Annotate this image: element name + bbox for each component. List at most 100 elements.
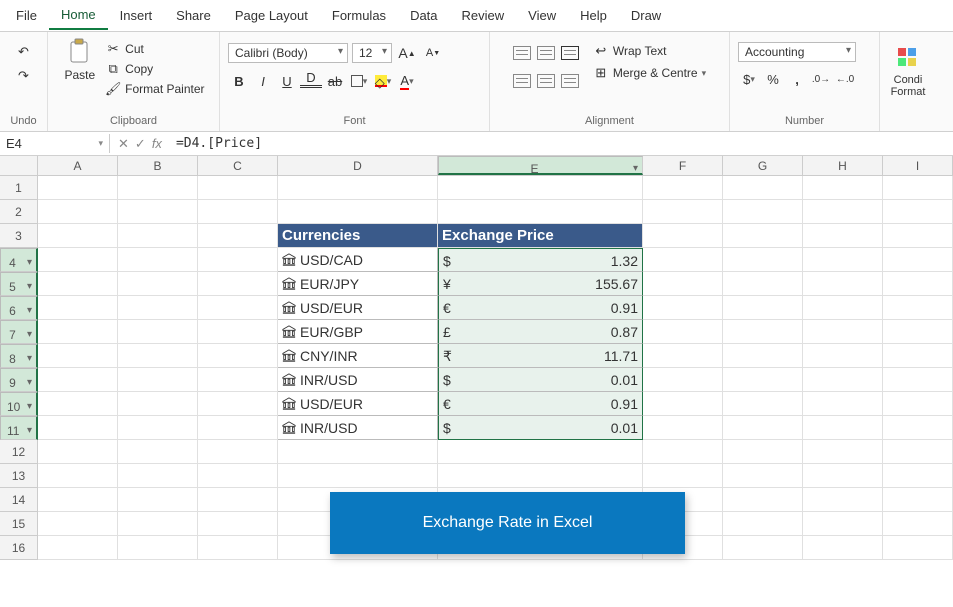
cell[interactable] — [38, 464, 118, 488]
cell[interactable]: INR/USD — [278, 416, 438, 440]
cell[interactable] — [643, 392, 723, 416]
cell[interactable] — [38, 488, 118, 512]
col-header[interactable]: H — [803, 156, 883, 175]
decrease-font-icon[interactable]: A▼ — [422, 42, 444, 64]
cell[interactable] — [118, 344, 198, 368]
row-header[interactable]: 9 — [0, 368, 38, 392]
cell[interactable] — [883, 464, 953, 488]
cell[interactable] — [883, 536, 953, 560]
cell[interactable] — [883, 440, 953, 464]
cell[interactable] — [643, 368, 723, 392]
increase-decimal-button[interactable]: .0→ — [810, 68, 832, 90]
cell[interactable] — [723, 488, 803, 512]
row-header[interactable]: 2 — [0, 200, 38, 224]
conditional-formatting-button[interactable]: CondiFormat — [887, 42, 930, 100]
cell[interactable] — [803, 200, 883, 224]
cancel-formula-icon[interactable]: ✕ — [118, 136, 129, 152]
cell[interactable] — [198, 200, 278, 224]
tab-share[interactable]: Share — [164, 2, 223, 29]
cell[interactable] — [643, 176, 723, 200]
cell[interactable] — [38, 272, 118, 296]
cell[interactable] — [803, 488, 883, 512]
tab-data[interactable]: Data — [398, 2, 449, 29]
cell[interactable] — [38, 224, 118, 248]
cell[interactable] — [803, 272, 883, 296]
tab-file[interactable]: File — [4, 2, 49, 29]
cell[interactable] — [643, 344, 723, 368]
cell[interactable]: £0.87 — [438, 320, 643, 344]
cell[interactable] — [198, 176, 278, 200]
cell[interactable] — [198, 488, 278, 512]
cell[interactable] — [723, 464, 803, 488]
cell[interactable] — [643, 200, 723, 224]
underline-button[interactable]: U — [276, 70, 298, 92]
tab-page-layout[interactable]: Page Layout — [223, 2, 320, 29]
cell[interactable] — [723, 224, 803, 248]
cell[interactable]: $0.01 — [438, 368, 643, 392]
cell[interactable] — [198, 224, 278, 248]
cell[interactable] — [803, 368, 883, 392]
cell[interactable] — [803, 512, 883, 536]
cell[interactable]: EUR/GBP — [278, 320, 438, 344]
cell[interactable] — [38, 536, 118, 560]
wrap-text-button[interactable]: ↩Wrap Text — [591, 42, 708, 60]
tab-help[interactable]: Help — [568, 2, 619, 29]
cell[interactable] — [803, 224, 883, 248]
cell[interactable] — [723, 416, 803, 440]
cell[interactable] — [803, 464, 883, 488]
cell[interactable] — [38, 176, 118, 200]
fill-color-button[interactable]: ◇ — [372, 70, 394, 92]
cell[interactable] — [118, 464, 198, 488]
formula-input[interactable]: =D4.[Price] — [170, 134, 953, 153]
col-header[interactable]: F — [643, 156, 723, 175]
cell[interactable] — [883, 488, 953, 512]
cell[interactable] — [883, 176, 953, 200]
cell[interactable] — [723, 368, 803, 392]
cell[interactable] — [883, 392, 953, 416]
tab-draw[interactable]: Draw — [619, 2, 673, 29]
cell[interactable] — [278, 176, 438, 200]
cell[interactable] — [278, 464, 438, 488]
cell[interactable] — [883, 248, 953, 272]
cell[interactable]: $1.32 — [438, 248, 643, 272]
row-header[interactable]: 3 — [0, 224, 38, 248]
undo-icon[interactable]: ↶ — [16, 44, 32, 60]
align-bottom-icon[interactable] — [559, 42, 581, 64]
fx-icon[interactable]: fx — [152, 136, 162, 151]
cell[interactable] — [803, 320, 883, 344]
strike-button[interactable]: ab — [324, 70, 346, 92]
col-header[interactable]: I — [883, 156, 953, 175]
cell[interactable]: EUR/JPY — [278, 272, 438, 296]
align-right-icon[interactable] — [559, 70, 581, 92]
tab-formulas[interactable]: Formulas — [320, 2, 398, 29]
tab-view[interactable]: View — [516, 2, 568, 29]
cell[interactable] — [118, 440, 198, 464]
copy-button[interactable]: ⧉Copy — [103, 60, 206, 78]
cell[interactable] — [118, 368, 198, 392]
decrease-decimal-button[interactable]: ←.0 — [834, 68, 856, 90]
increase-font-icon[interactable]: A▲ — [396, 42, 418, 64]
cell[interactable] — [803, 344, 883, 368]
cell[interactable] — [643, 272, 723, 296]
cell[interactable] — [38, 344, 118, 368]
cell[interactable]: $0.01 — [438, 416, 643, 440]
format-painter-button[interactable]: 🖌Format Painter — [103, 80, 206, 98]
row-header[interactable]: 5 — [0, 272, 38, 296]
cell[interactable] — [643, 416, 723, 440]
cell[interactable] — [198, 296, 278, 320]
redo-icon[interactable]: ↷ — [16, 68, 32, 84]
cell[interactable] — [438, 440, 643, 464]
cell[interactable] — [118, 416, 198, 440]
col-header[interactable]: B — [118, 156, 198, 175]
comma-button[interactable]: , — [786, 68, 808, 90]
cell[interactable]: INR/USD — [278, 368, 438, 392]
cell[interactable] — [198, 392, 278, 416]
font-color-button[interactable]: A — [396, 70, 418, 92]
cell[interactable] — [38, 248, 118, 272]
cell[interactable] — [118, 488, 198, 512]
col-header[interactable]: G — [723, 156, 803, 175]
cell[interactable] — [118, 536, 198, 560]
cell[interactable] — [198, 320, 278, 344]
cell[interactable] — [723, 272, 803, 296]
tab-review[interactable]: Review — [450, 2, 517, 29]
